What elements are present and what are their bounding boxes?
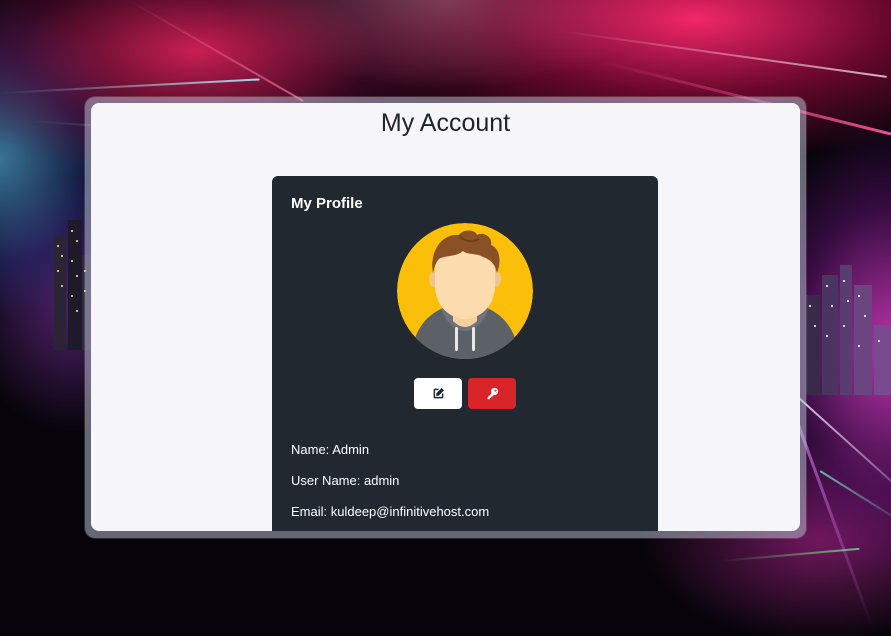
page-title: My Account <box>380 109 511 137</box>
profile-card: My Profile Name: Admin User Name: admin … <box>272 176 658 531</box>
key-icon <box>487 387 498 400</box>
name-value: Admin <box>332 442 370 457</box>
profile-heading: My Profile <box>291 195 363 212</box>
name-label: Name: <box>291 442 330 457</box>
username-label: User Name: <box>291 473 361 488</box>
account-panel: My Account My Profile Name: Admin User N… <box>91 103 800 531</box>
user-avatar-icon <box>397 223 533 359</box>
profile-email: Email: kuldeep@infinitivehost.com <box>291 504 489 519</box>
city-skyline-right-icon <box>806 265 891 395</box>
change-password-button[interactable] <box>468 378 516 409</box>
profile-actions <box>414 378 516 409</box>
edit-profile-button[interactable] <box>414 378 462 409</box>
email-label: Email: <box>291 504 328 519</box>
edit-icon <box>433 387 444 399</box>
username-value: admin <box>363 473 400 488</box>
city-skyline-left-icon <box>54 220 90 350</box>
email-value: kuldeep@infinitivehost.com <box>330 504 490 519</box>
profile-name: Name: Admin <box>291 442 369 457</box>
profile-username: User Name: admin <box>291 473 399 488</box>
